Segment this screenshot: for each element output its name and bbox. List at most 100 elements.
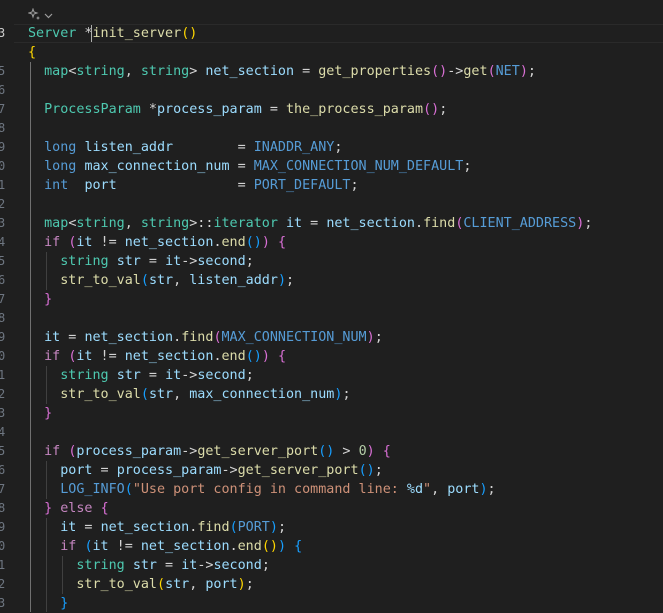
code-token: port (447, 482, 480, 497)
code-token: net_section (100, 520, 190, 535)
line-number: 9 (0, 140, 6, 154)
code-token: it (60, 520, 77, 535)
code-token: second (213, 558, 262, 573)
code-token: process_param (116, 463, 222, 478)
code-token: () (245, 349, 262, 364)
code-token: max_connection_num (84, 159, 230, 174)
code-token: if (44, 349, 61, 364)
line-number: 2 (0, 577, 6, 591)
code-token: ( (140, 273, 149, 288)
code-token: ; (439, 102, 448, 117)
code-token: } (44, 292, 53, 307)
line-number: 0 (0, 349, 6, 363)
code-token: get_properties (318, 64, 432, 79)
code-token: } (44, 406, 53, 421)
code-token: . (173, 330, 182, 345)
line-number: 2 (0, 197, 6, 211)
code-token: get_server_port (237, 463, 359, 478)
code-token: -> (447, 64, 464, 79)
code-token: () (261, 539, 278, 554)
code-token: = (302, 216, 327, 231)
code-token: ( (84, 539, 93, 554)
code-token: string (60, 368, 109, 383)
code-token: , (173, 273, 190, 288)
code-token: ( (157, 577, 166, 592)
code-token: iterator (213, 216, 278, 231)
line-number: 2 (0, 387, 6, 401)
line-number: 5 (0, 254, 6, 268)
code-token: it (92, 539, 109, 554)
code-token: LOG_INFO (60, 482, 125, 497)
code-token: find (423, 216, 456, 231)
code-token: port (60, 463, 93, 478)
code-token: port (205, 577, 238, 592)
code-token: * (140, 102, 157, 117)
code-token: , (124, 216, 141, 231)
code-token: ; (277, 520, 286, 535)
line-number: 6 (0, 83, 6, 97)
line-number-gutter: 3 5 6 7 8 9 0 1 2 3 4 5 6 7 8 9 0 1 2 3 4 5 6 7 8 9 0 1 2 3 (0, 0, 12, 612)
code-token: = (92, 463, 117, 478)
line-number: 8 (0, 501, 6, 515)
code-line: if (it != net_section.end()) { (28, 347, 286, 366)
line-number: 6 (0, 463, 6, 477)
code-token: init_server (92, 26, 182, 41)
code-line: } else { (28, 499, 109, 518)
code-token: PORT (237, 520, 270, 535)
code-token: it (165, 254, 182, 269)
code-token: { (100, 501, 109, 516)
indent-guide-nested-if-block (62, 556, 63, 594)
code-token: . (415, 216, 424, 231)
code-token: ; (374, 330, 383, 345)
code-token: str (116, 254, 141, 269)
code-token: end (221, 349, 246, 364)
code-token: >:: (189, 216, 214, 231)
code-token: port (84, 178, 117, 193)
code-line: it = net_section.find(PORT); (28, 518, 286, 537)
indent-guide-if-block-1 (46, 252, 47, 290)
indent-guide-function-body (30, 62, 31, 612)
code-token: () (431, 64, 448, 79)
code-token: = (60, 330, 85, 345)
code-token: ; (245, 254, 254, 269)
code-token: ; (487, 482, 496, 497)
code-token: ; (463, 159, 472, 174)
code-token: { (277, 349, 286, 364)
line-number: 4 (0, 235, 6, 249)
code-line: long listen_addr = INADDR_ANY; (28, 138, 342, 157)
code-token: , (431, 482, 448, 497)
code-token: ; (245, 577, 254, 592)
code-token: NET (495, 64, 520, 79)
code-token: get_server_port (197, 444, 319, 459)
code-token: it (44, 330, 61, 345)
code-line: ProcessParam *process_param = the_proces… (28, 100, 447, 119)
code-token: end (221, 235, 246, 250)
code-token: map (44, 64, 69, 79)
code-token: MAX_CONNECTION_NUM (221, 330, 367, 345)
code-token: ) (366, 330, 375, 345)
line-number: 1 (0, 178, 6, 192)
code-token: = (294, 64, 319, 79)
code-token: long (44, 140, 77, 155)
indent-guide-else-block (46, 518, 47, 612)
code-token: str (116, 368, 141, 383)
code-token: = (116, 178, 254, 193)
code-token: it (76, 349, 93, 364)
code-editor[interactable]: Server *init_server(){ map<string, strin… (28, 0, 663, 612)
code-token: it (181, 558, 198, 573)
code-token: it (165, 368, 182, 383)
code-token: ; (584, 216, 593, 231)
line-number: 7 (0, 102, 6, 116)
code-token: 0 (358, 444, 367, 459)
code-token: ; (286, 273, 295, 288)
code-token: -> (181, 254, 198, 269)
code-token: string (76, 558, 125, 573)
